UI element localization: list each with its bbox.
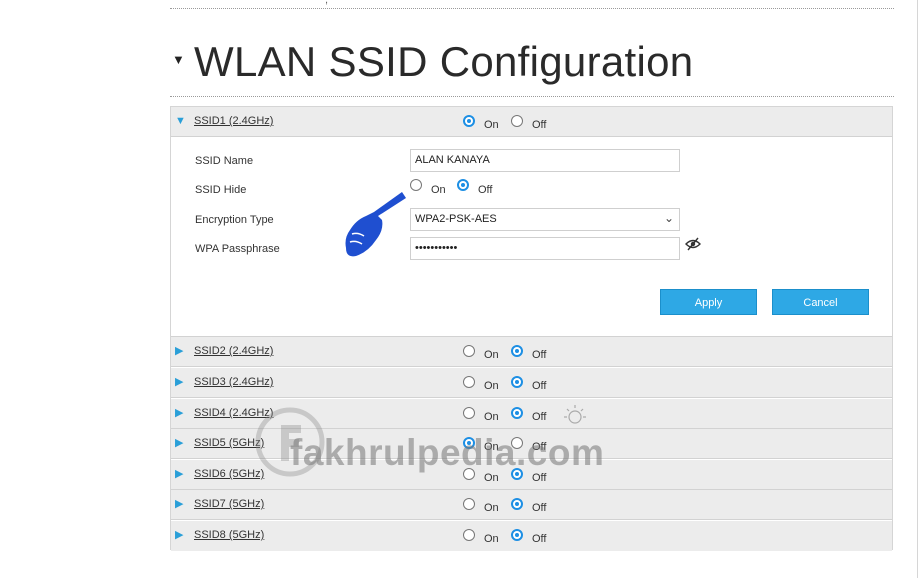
triangle-down-icon[interactable]: ▼ <box>175 114 186 128</box>
ssid8-row[interactable]: ▶ SSID8 (5GHz) On Off <box>171 521 892 551</box>
chevron-down-icon: ⌄ <box>663 211 674 225</box>
ssid7-off-radio[interactable] <box>511 498 523 510</box>
ssid-name-label: SSID Name <box>195 155 254 167</box>
on-label: On <box>484 380 499 392</box>
ssid2-link[interactable]: SSID2 (2.4GHz) <box>194 345 273 357</box>
ssid-panel: ▼ SSID1 (2.4GHz) On Off SSID Name ALAN K… <box>170 106 893 551</box>
on-label: On <box>484 502 499 514</box>
off-label: Off <box>532 411 547 423</box>
ssid3-on-radio[interactable] <box>463 376 475 388</box>
ssid8-off-radio[interactable] <box>511 529 523 541</box>
off-label: Off <box>478 184 493 196</box>
off-label: Off <box>532 380 547 392</box>
cancel-button[interactable]: Cancel <box>772 289 869 315</box>
triangle-right-icon[interactable]: ▶ <box>175 467 183 481</box>
ssid7-link[interactable]: SSID7 (5GHz) <box>194 498 264 510</box>
ssid-hide-off-radio[interactable] <box>457 179 469 191</box>
ssid7-row[interactable]: ▶ SSID7 (5GHz) On Off <box>171 490 892 520</box>
page-right-border <box>917 0 918 578</box>
wpa-passphrase-label: WPA Passphrase <box>195 243 280 255</box>
ssid5-link[interactable]: SSID5 (5GHz) <box>194 437 264 449</box>
on-label: On <box>484 119 499 131</box>
ssid7-on-radio[interactable] <box>463 498 475 510</box>
on-label: On <box>484 411 499 423</box>
title-divider <box>170 96 894 97</box>
ssid3-link[interactable]: SSID3 (2.4GHz) <box>194 376 273 388</box>
off-label: Off <box>532 119 547 131</box>
on-label: On <box>484 533 499 545</box>
ssid2-row[interactable]: ▶ SSID2 (2.4GHz) On Off <box>171 337 892 367</box>
on-label: On <box>431 184 446 196</box>
off-label: Off <box>532 349 547 361</box>
ssid2-off-radio[interactable] <box>511 345 523 357</box>
off-label: Off <box>532 502 547 514</box>
ssid4-off-radio[interactable] <box>511 407 523 419</box>
triangle-right-icon[interactable]: ▶ <box>175 528 183 542</box>
encryption-type-label: Encryption Type <box>195 214 274 226</box>
top-divider <box>170 8 894 9</box>
ssid-name-input[interactable]: ALAN KANAYA <box>410 149 680 172</box>
ssid1-header[interactable]: ▼ SSID1 (2.4GHz) On Off <box>171 107 892 137</box>
encryption-type-value: WPA2-PSK-AES <box>415 213 497 225</box>
off-label: Off <box>532 533 547 545</box>
pointing-hand-icon <box>342 190 408 265</box>
page-title: WLAN SSID Configuration <box>194 38 694 85</box>
ssid1-on-radio[interactable] <box>463 115 475 127</box>
wpa-passphrase-input[interactable]: ••••••••••• <box>410 237 680 260</box>
ssid1-off-radio[interactable] <box>511 115 523 127</box>
ssid2-on-radio[interactable] <box>463 345 475 357</box>
ssid3-off-radio[interactable] <box>511 376 523 388</box>
ssid8-on-radio[interactable] <box>463 529 475 541</box>
ssid1-link[interactable]: SSID1 (2.4GHz) <box>194 115 273 127</box>
section-collapse-icon[interactable]: ▼ <box>172 52 185 67</box>
triangle-right-icon[interactable]: ▶ <box>175 406 183 420</box>
ssid4-on-radio[interactable] <box>463 407 475 419</box>
eye-hidden-icon[interactable] <box>685 237 701 254</box>
triangle-right-icon[interactable]: ▶ <box>175 344 183 358</box>
cut-off-glyph: , <box>325 0 329 6</box>
triangle-right-icon[interactable]: ▶ <box>175 436 183 450</box>
lightbulb-icon <box>560 403 590 438</box>
on-label: On <box>484 349 499 361</box>
ssid-hide-label: SSID Hide <box>195 184 247 196</box>
ssid6-link[interactable]: SSID6 (5GHz) <box>194 468 264 480</box>
ssid8-link[interactable]: SSID8 (5GHz) <box>194 529 264 541</box>
ssid3-row[interactable]: ▶ SSID3 (2.4GHz) On Off <box>171 368 892 398</box>
triangle-right-icon[interactable]: ▶ <box>175 375 183 389</box>
apply-button[interactable]: Apply <box>660 289 757 315</box>
triangle-right-icon[interactable]: ▶ <box>175 497 183 511</box>
encryption-type-select[interactable]: WPA2-PSK-AES ⌄ <box>410 208 680 231</box>
watermark-text: fakhrulpedia.com <box>290 432 605 473</box>
ssid-hide-on-radio[interactable] <box>410 179 422 191</box>
